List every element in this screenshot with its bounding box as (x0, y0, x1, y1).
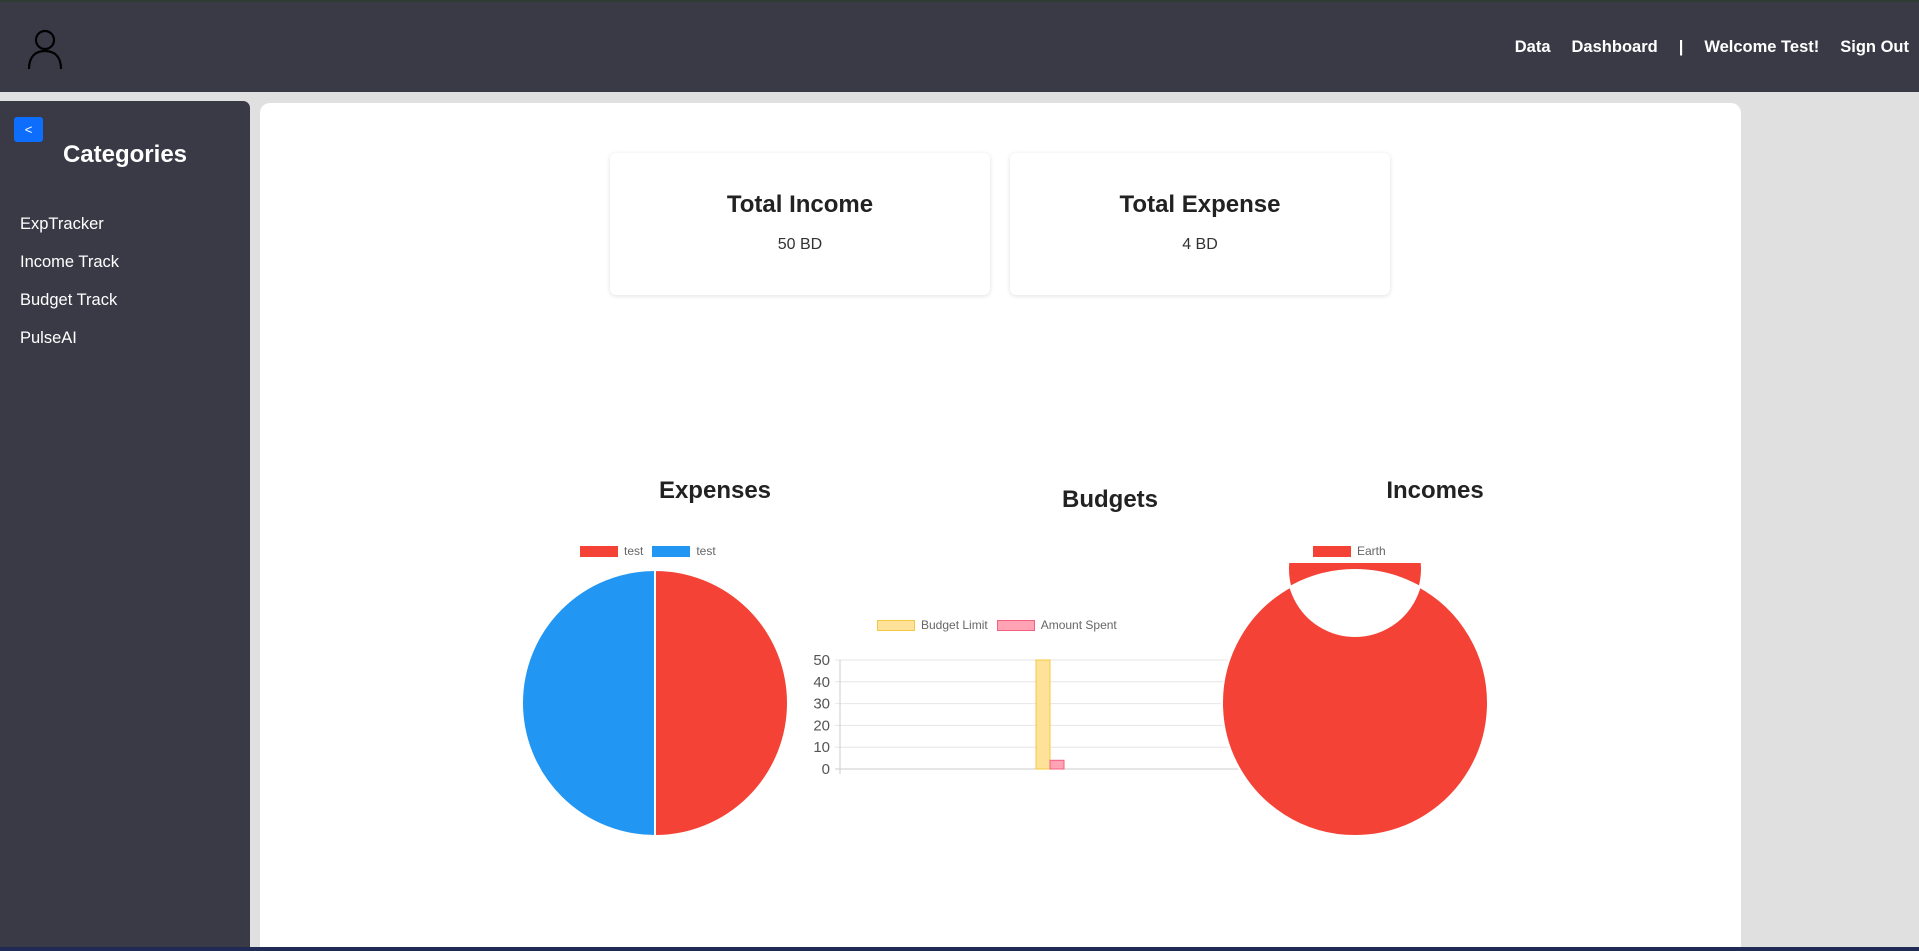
dashboard-panel: Total Income 50 BD Total Expense 4 BD Ex… (260, 103, 1741, 951)
total-expense-title: Total Expense (1119, 191, 1281, 218)
expenses-legend-swatch (652, 545, 691, 557)
sidebar-menu: ExpTracker Income Track Budget Track Pul… (20, 214, 119, 366)
sidebar-item-income-track[interactable]: Income Track (20, 252, 119, 290)
budgets-chart-title: Budgets (1062, 486, 1158, 513)
budgets-x-tick-label: Test (1036, 780, 1064, 783)
sidebar: < Categories ExpTracker Income Track Bud… (0, 101, 250, 951)
budgets-legend-swatch (996, 619, 1035, 631)
expenses-legend-label: test (696, 544, 716, 558)
incomes-doughnut-chart[interactable] (1215, 563, 1495, 843)
incomes-legend-item[interactable]: Earth (1313, 544, 1386, 558)
budgets-y-tick-label: 50 (813, 652, 830, 669)
sidebar-collapse-button[interactable]: < (14, 117, 43, 142)
sign-out-link[interactable]: Sign Out (1840, 38, 1909, 57)
budgets-y-tick-label: 30 (813, 696, 830, 713)
budgets-legend-label: Amount Spent (1040, 618, 1117, 632)
budgets-legend: Budget Limit Amount Spent (877, 618, 1126, 632)
total-expense-value: 4 BD (1182, 236, 1218, 253)
expenses-pie-slice (521, 568, 656, 838)
expenses-legend-item[interactable]: test (652, 544, 716, 558)
sidebar-item-budget-track[interactable]: Budget Track (20, 290, 119, 328)
sidebar-item-exptracker[interactable]: ExpTracker (20, 214, 119, 252)
total-income-title: Total Income (726, 191, 874, 218)
expenses-legend: test test (580, 544, 725, 558)
sidebar-item-pulseai[interactable]: PulseAI (20, 328, 119, 366)
expenses-pie-slice (654, 568, 789, 838)
expenses-chart-title: Expenses (658, 477, 772, 504)
expenses-legend-label: test (624, 544, 644, 558)
user-avatar-icon[interactable] (26, 28, 64, 70)
budgets-y-tick-label: 0 (822, 761, 830, 778)
expenses-legend-swatch (580, 545, 618, 557)
sidebar-title: Categories (62, 141, 188, 168)
top-nav: Data Dashboard | Welcome Test! Sign Out (1494, 38, 1909, 57)
budgets-legend-item[interactable]: Budget Limit (877, 618, 988, 632)
top-navbar: Data Dashboard | Welcome Test! Sign Out (0, 0, 1919, 92)
budgets-bar-chart[interactable]: 0 10 20 30 40 50 Test (800, 643, 1280, 783)
expenses-legend-item[interactable]: test (580, 544, 643, 558)
budgets-y-tick-label: 40 (813, 674, 830, 691)
nav-separator: | (1678, 38, 1684, 56)
incomes-chart-title: Incomes (1386, 477, 1484, 504)
total-expense-card: Total Expense 4 BD (1010, 153, 1390, 295)
nav-link-dashboard[interactable]: Dashboard (1572, 38, 1658, 57)
budgets-legend-item[interactable]: Amount Spent (996, 618, 1117, 632)
incomes-legend-swatch (1313, 545, 1351, 557)
budgets-bar-amount-spent (1049, 759, 1065, 770)
total-income-card: Total Income 50 BD (610, 153, 990, 295)
taskbar-edge (0, 947, 1919, 951)
budgets-y-tick-label: 20 (813, 717, 830, 734)
budgets-y-tick-label: 10 (813, 739, 830, 756)
incomes-legend-label: Earth (1357, 544, 1386, 558)
nav-link-data[interactable]: Data (1515, 38, 1551, 57)
welcome-text[interactable]: Welcome Test! (1704, 38, 1819, 57)
budgets-legend-swatch (877, 619, 915, 631)
budgets-legend-label: Budget Limit (921, 618, 988, 632)
budgets-bar-budget-limit (1035, 659, 1051, 770)
total-income-value: 50 BD (777, 236, 823, 253)
expenses-pie-chart[interactable] (515, 563, 795, 843)
incomes-legend: Earth (1313, 544, 1395, 558)
